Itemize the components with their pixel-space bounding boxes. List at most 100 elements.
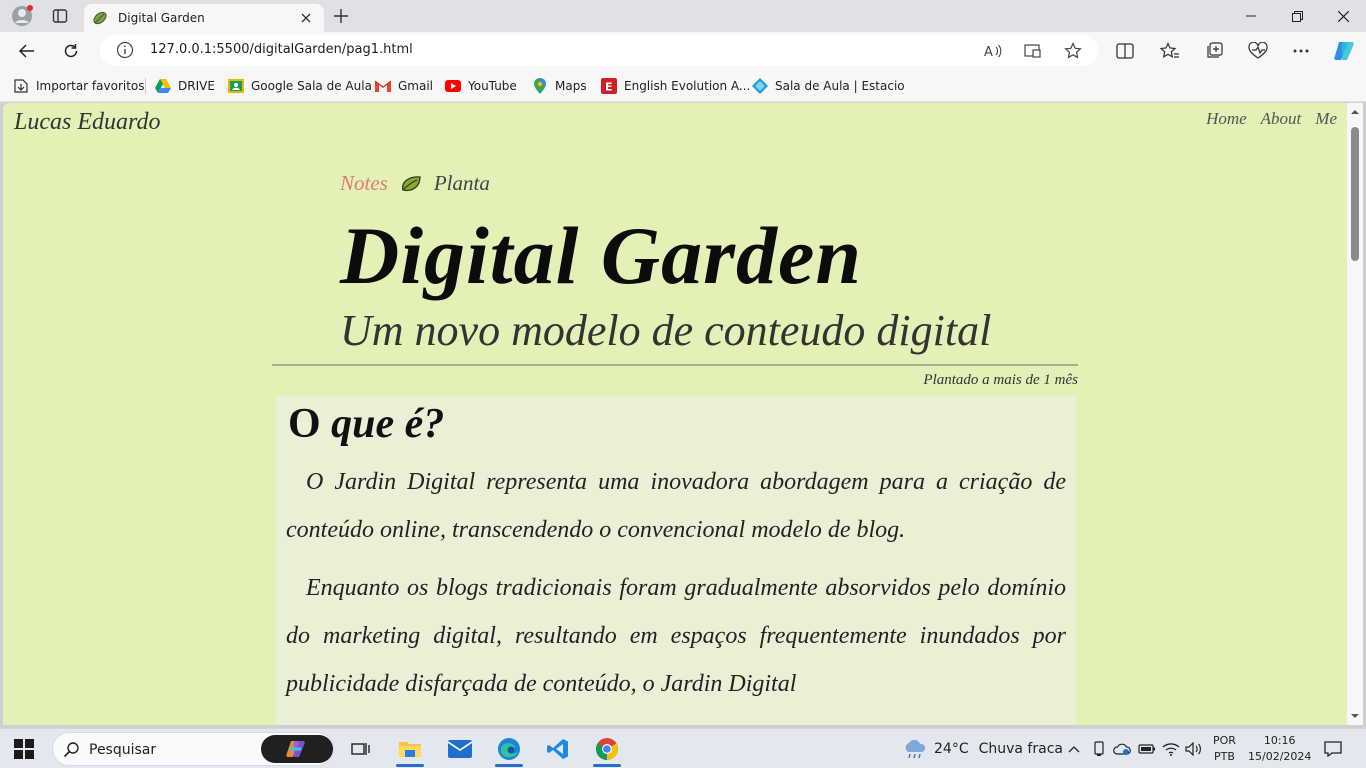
article-paragraph: Enquanto os blogs tradicionais foram gra…: [286, 575, 1066, 697]
article-section: O que é? O Jardin Digital representa uma…: [276, 396, 1076, 725]
breadcrumb-stage: Planta: [433, 171, 490, 195]
nav-link-me[interactable]: Me: [1315, 109, 1337, 129]
profile-avatar-icon[interactable]: [9, 4, 35, 28]
search-icon: [63, 742, 79, 758]
bookmark-english-evolution[interactable]: E English Evolution A...: [601, 77, 750, 95]
scroll-up-arrow-icon[interactable]: [1350, 107, 1360, 117]
site-info-icon[interactable]: [116, 41, 134, 59]
breadcrumb-notes-link[interactable]: Notes: [340, 171, 388, 196]
vscode-icon[interactable]: [538, 731, 578, 767]
weather-temp: 24°C: [934, 741, 969, 757]
mail-icon[interactable]: [440, 731, 480, 767]
restore-icon[interactable]: [1274, 0, 1320, 32]
section-heading-italic: que é?: [331, 401, 445, 447]
bookmarks-bar: Importar favoritos DRIVE Google Sala de …: [0, 70, 1366, 102]
collections-icon[interactable]: [1200, 37, 1228, 65]
volume-icon[interactable]: [1184, 739, 1204, 759]
more-options-icon[interactable]: [1287, 37, 1315, 65]
split-screen-icon[interactable]: [1111, 37, 1139, 65]
search-placeholder: Pesquisar: [89, 742, 157, 758]
chevron-up-icon[interactable]: [1064, 739, 1084, 759]
immersive-reader-icon[interactable]: [1022, 40, 1044, 62]
windows-start-icon[interactable]: [14, 739, 34, 759]
section-heading-plain: O: [288, 401, 332, 447]
estacio-icon: [752, 78, 768, 94]
tab-actions-icon[interactable]: [47, 4, 73, 28]
favorites-icon[interactable]: [1156, 37, 1184, 65]
bookmark-sala-de-aula-estacio[interactable]: Sala de Aula | Estacio: [752, 77, 905, 95]
section-heading: O que é?: [288, 400, 1066, 448]
site-nav: Home About Me: [1206, 109, 1337, 129]
bookmark-google-sala-de-aula[interactable]: Google Sala de Aula: [228, 77, 372, 95]
address-bar[interactable]: 127.0.0.1:5500/digitalGarden/pag1.html A: [100, 35, 1098, 66]
active-app-indicator: [593, 764, 621, 767]
active-app-indicator: [495, 764, 523, 767]
bookmark-importar-favoritos[interactable]: Importar favoritos: [13, 77, 145, 95]
bookmark-youtube[interactable]: YouTube: [445, 77, 517, 95]
read-aloud-icon[interactable]: A: [982, 40, 1004, 62]
page-scrollbar[interactable]: [1347, 103, 1363, 725]
tab-digital-garden[interactable]: Digital Garden: [84, 4, 324, 32]
copilot-icon[interactable]: [1330, 37, 1358, 65]
minimize-icon[interactable]: [1228, 0, 1274, 32]
classroom-icon: [228, 78, 244, 94]
bookmark-gmail[interactable]: Gmail: [375, 77, 433, 95]
youtube-icon: [445, 78, 461, 94]
windows-taskbar: Pesquisar 24°C Chuva fraca POR PTB 10:16: [0, 728, 1366, 768]
leaf-icon: [401, 175, 421, 191]
svg-text:A: A: [984, 45, 993, 59]
site-name[interactable]: Lucas Eduardo: [14, 109, 160, 136]
onedrive-icon[interactable]: [1112, 739, 1132, 759]
tab-favicon-leaf-icon: [93, 11, 107, 25]
clock-time: 10:16: [1263, 734, 1296, 747]
task-view-icon[interactable]: [341, 731, 381, 767]
chrome-icon[interactable]: [587, 731, 627, 767]
bookmark-drive[interactable]: DRIVE: [155, 77, 215, 95]
english-evolution-icon: E: [601, 78, 617, 94]
planted-date: Plantado a mais de 1 mês: [923, 372, 1078, 388]
bookmark-maps[interactable]: Maps: [532, 77, 587, 95]
svg-text:E: E: [605, 81, 613, 94]
import-icon: [13, 78, 29, 94]
weather-widget[interactable]: 24°C Chuva fraca: [902, 739, 1063, 759]
bookmark-separator: [145, 78, 146, 94]
rain-cloud-icon: [905, 739, 926, 759]
url-text[interactable]: 127.0.0.1:5500/digitalGarden/pag1.html: [150, 42, 413, 57]
browser-tab-bar: Digital Garden: [0, 0, 1366, 32]
refresh-icon[interactable]: [57, 37, 85, 65]
device-icon[interactable]: [1089, 739, 1109, 759]
copilot-icon: [286, 741, 305, 757]
tab-close-icon[interactable]: [296, 8, 316, 28]
browser-toolbar: 127.0.0.1:5500/digitalGarden/pag1.html A: [0, 32, 1366, 70]
battery-icon[interactable]: [1137, 739, 1157, 759]
notifications-icon[interactable]: [1323, 739, 1343, 759]
gmail-icon: [375, 78, 391, 94]
article-paragraph: O Jardin Digital representa uma inovador…: [286, 469, 1066, 543]
new-tab-icon[interactable]: [328, 4, 354, 28]
page-subtitle: Um novo modelo de conteudo digital: [340, 306, 992, 355]
wifi-icon[interactable]: [1161, 739, 1181, 759]
close-window-icon[interactable]: [1320, 0, 1366, 32]
scroll-down-arrow-icon[interactable]: [1350, 711, 1360, 721]
copilot-search-button[interactable]: [261, 735, 333, 763]
input-language[interactable]: POR PTB: [1213, 733, 1236, 765]
edge-browser-icon[interactable]: [489, 731, 529, 767]
weather-desc: Chuva fraca: [978, 741, 1063, 757]
scrollbar-thumb[interactable]: [1351, 127, 1359, 261]
page-viewport: Lucas Eduardo Home About Me Notes Planta…: [3, 103, 1347, 725]
browser-essentials-icon[interactable]: [1244, 37, 1272, 65]
nav-link-about[interactable]: About: [1261, 109, 1302, 129]
taskbar-search[interactable]: Pesquisar: [52, 732, 334, 766]
file-explorer-icon[interactable]: [390, 731, 430, 767]
breadcrumb: Notes Planta: [340, 171, 490, 196]
title-divider: [272, 364, 1078, 366]
active-app-indicator: [396, 764, 424, 767]
back-icon[interactable]: [13, 37, 41, 65]
drive-icon: [155, 78, 171, 94]
system-clock[interactable]: 10:16 15/02/2024: [1248, 733, 1311, 765]
nav-link-home[interactable]: Home: [1206, 109, 1247, 129]
page-title: Digital Garden: [340, 210, 862, 301]
favorite-star-icon[interactable]: [1062, 40, 1084, 62]
tab-title: Digital Garden: [118, 11, 205, 25]
clock-date: 15/02/2024: [1248, 750, 1312, 763]
